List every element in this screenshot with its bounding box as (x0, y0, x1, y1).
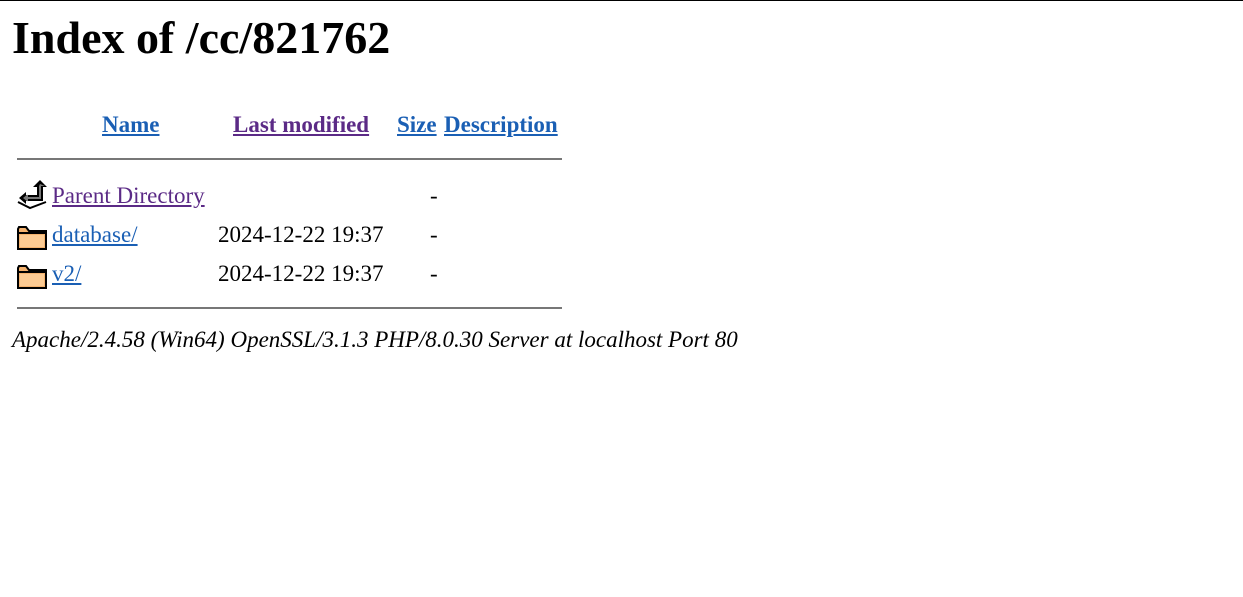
row-size: - (430, 183, 438, 208)
row-name-link[interactable]: database/ (52, 223, 138, 246)
folder-icon (17, 265, 47, 289)
row-size: - (430, 261, 438, 286)
row-last-modified: 2024-12-22 19:37 (218, 261, 384, 286)
row-last-modified: 2024-12-22 19:37 (218, 222, 384, 247)
row-name-link[interactable]: v2/ (52, 262, 81, 285)
server-signature: Apache/2.4.58 (Win64) OpenSSL/3.1.3 PHP/… (12, 327, 738, 352)
sort-by-name-link[interactable]: Name (102, 113, 159, 136)
back-icon (17, 180, 47, 210)
folder-icon (17, 226, 47, 250)
sort-by-size-link[interactable]: Size (397, 113, 437, 136)
sort-by-last-modified-link[interactable]: Last modified (233, 113, 369, 136)
page-title: Index of /cc/821762 (12, 12, 391, 63)
table-header-divider (17, 158, 562, 160)
sort-by-description-link[interactable]: Description (444, 113, 558, 136)
table-footer-divider (17, 307, 562, 309)
row-name-link[interactable]: Parent Directory (52, 184, 205, 207)
row-size: - (430, 222, 438, 247)
